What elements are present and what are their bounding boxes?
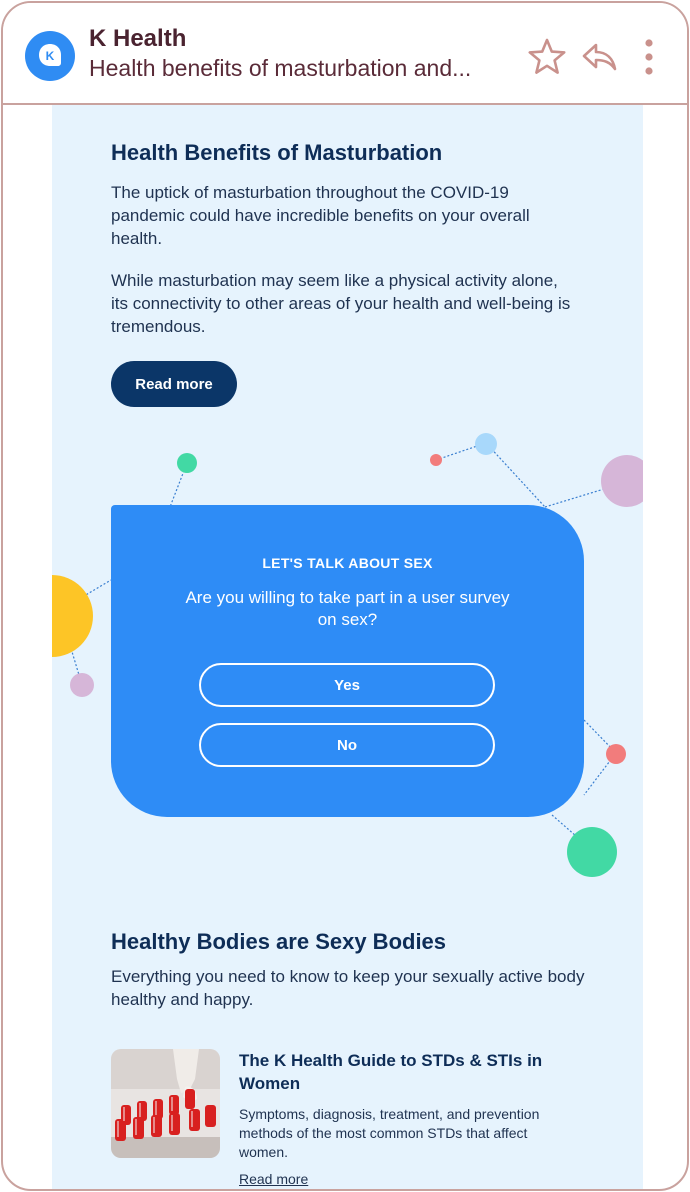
email-header: K K Health Health benefits of masturbati… [3,3,687,105]
molecule-node [70,673,94,697]
molecule-node [52,575,93,657]
survey-no-button[interactable]: No [199,723,495,767]
molecule-node [601,455,643,507]
survey-kicker: LET'S TALK ABOUT SEX [262,555,433,571]
molecule-node [475,433,497,455]
k-logo-icon: K [39,44,61,66]
survey-card: LET'S TALK ABOUT SEX Are you willing to … [111,505,584,817]
guide-description: Symptoms, diagnosis, treatment, and prev… [239,1106,540,1160]
molecule-node [177,453,197,473]
molecule-node [567,827,617,877]
star-icon[interactable] [525,35,569,79]
email-frame: K K Health Health benefits of masturbati… [1,1,689,1191]
guide-title[interactable]: The K Health Guide to STDs & STIs in Wom… [239,1049,559,1095]
avatar-letter: K [46,49,55,63]
email-subject: Health benefits of masturbation and... [89,55,472,81]
section-subtitle: Everything you need to know to keep your… [111,967,585,1009]
reply-icon[interactable] [577,35,621,79]
section-title: Healthy Bodies are Sexy Bodies [111,929,447,954]
article-thumbnail[interactable] [111,1049,220,1158]
email-body: Health Benefits of Masturbation The upti… [52,105,643,1189]
sender-name: K Health [89,25,187,52]
molecule-node [430,454,442,466]
survey-question: Are you willing to take part in a user s… [185,588,510,629]
survey-yes-button[interactable]: Yes [199,663,495,707]
more-options-icon[interactable] [629,35,669,79]
sender-avatar[interactable]: K [25,31,75,81]
molecule-node [606,744,626,764]
guide-read-more-link[interactable]: Read more [239,1171,308,1187]
